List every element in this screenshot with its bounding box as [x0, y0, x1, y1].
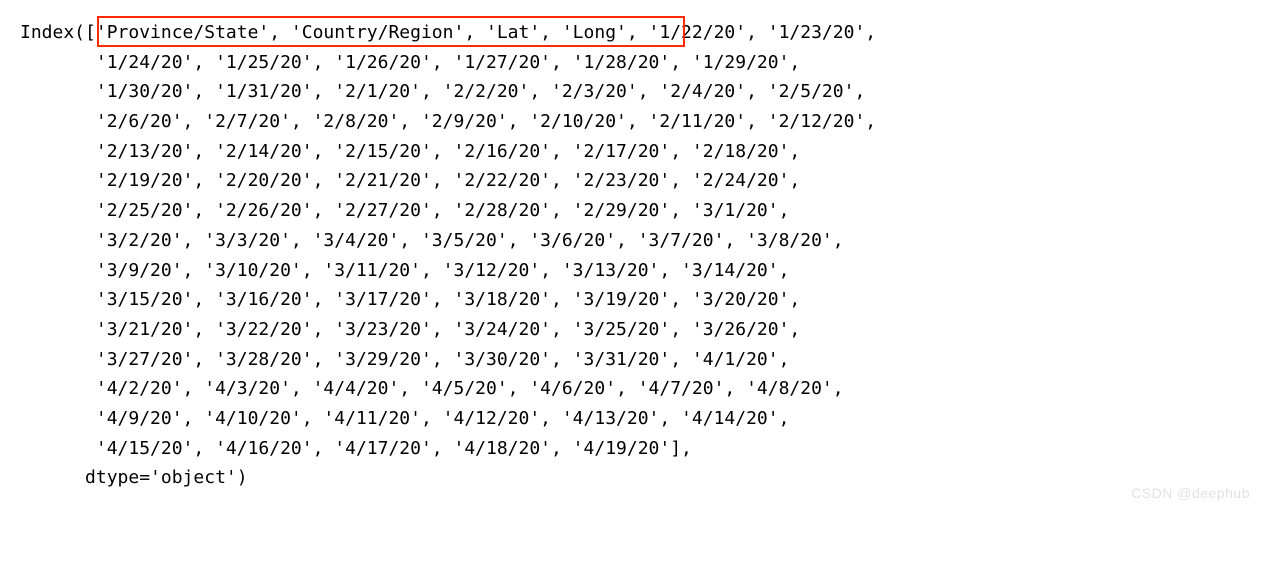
output-line: '2/19/20', '2/20/20', '2/21/20', '2/22/2…: [20, 166, 1244, 196]
output-line: '3/21/20', '3/22/20', '3/23/20', '3/24/2…: [20, 315, 1244, 345]
output-line: '1/24/20', '1/25/20', '1/26/20', '1/27/2…: [20, 48, 1244, 78]
output-line: '3/15/20', '3/16/20', '3/17/20', '3/18/2…: [20, 285, 1244, 315]
output-line: dtype='object'): [20, 463, 1244, 493]
output-line: '4/9/20', '4/10/20', '4/11/20', '4/12/20…: [20, 404, 1244, 434]
pandas-index-output: Index(['Province/State', 'Country/Region…: [20, 18, 1244, 493]
output-line: Index(['Province/State', 'Country/Region…: [20, 18, 1244, 48]
output-line: '1/30/20', '1/31/20', '2/1/20', '2/2/20'…: [20, 77, 1244, 107]
output-line: '4/15/20', '4/16/20', '4/17/20', '4/18/2…: [20, 434, 1244, 464]
output-line: '4/2/20', '4/3/20', '4/4/20', '4/5/20', …: [20, 374, 1244, 404]
watermark-text: CSDN @deephub: [1131, 482, 1250, 505]
output-line: '2/13/20', '2/14/20', '2/15/20', '2/16/2…: [20, 137, 1244, 167]
output-line: '3/9/20', '3/10/20', '3/11/20', '3/12/20…: [20, 256, 1244, 286]
output-line: '3/27/20', '3/28/20', '3/29/20', '3/30/2…: [20, 345, 1244, 375]
output-line: '2/6/20', '2/7/20', '2/8/20', '2/9/20', …: [20, 107, 1244, 137]
output-line: '2/25/20', '2/26/20', '2/27/20', '2/28/2…: [20, 196, 1244, 226]
output-line: '3/2/20', '3/3/20', '3/4/20', '3/5/20', …: [20, 226, 1244, 256]
